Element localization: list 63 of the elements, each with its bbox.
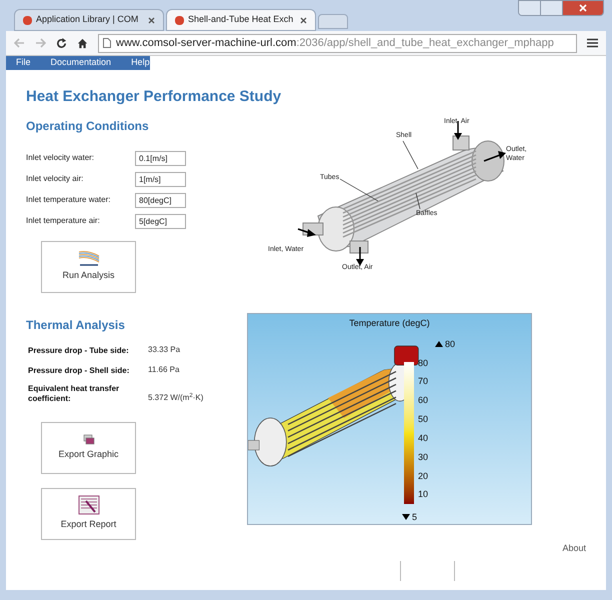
scale-label: 60 [418,395,428,406]
image-stack-icon [82,434,94,445]
menu-item[interactable]: Documentation [40,56,122,70]
browser-tab[interactable]: Shell-and-Tube Heat Exch [166,9,316,31]
home-icon[interactable] [77,38,88,48]
result-value: 5.372 W/(m$^{2}$·K) [148,392,204,404]
url-path: :2036/app/shell_and_tube_heat_exchanger_mphapp [296,36,554,49]
reload-icon[interactable] [56,38,67,48]
leader-line [416,192,420,209]
address-bar[interactable]: www.comsol-server-machine-url.com:2036/app/shell_and_tube_heat_exchanger_mphapp [98,34,577,52]
scale-label: 30 [418,452,428,462]
close-icon[interactable] [148,16,155,24]
section-heading: Operating Conditions [26,118,150,134]
tab-title: Shell-and-Tube Heat Exch [188,13,294,26]
min-label: 5 [412,510,418,524]
browser-tab[interactable]: Application Library | COM [14,9,164,31]
flow-arrow [356,246,364,266]
page-title: Heat Exchanger Performance Study [26,87,282,107]
scale-label: 20 [418,470,428,481]
app-button[interactable]: Export Report [41,488,136,540]
tab-title: Application Library | COM [36,13,140,26]
field-label: Inlet temperature water: [26,194,112,206]
close-icon [579,4,587,12]
page-icon [103,38,111,48]
input-field[interactable]: 80[degC] [135,192,186,208]
field-label: Inlet temperature air: [26,215,101,227]
result-label: Pressure drop - Tube side: [28,346,130,356]
report-icon [78,495,100,516]
menu-item[interactable]: Help [121,56,160,70]
input-field[interactable]: 1[m/s] [135,172,186,186]
about-link[interactable]: About [562,542,586,556]
waves-icon [78,250,100,266]
close-icon[interactable] [300,16,307,24]
menu-item[interactable]: File [6,56,41,70]
scale-label: 80 [418,358,428,368]
field-label: Inlet velocity water: [26,152,96,164]
leader-line [340,178,378,201]
result-label: Pressure drop - Shell side: [28,366,130,376]
max-label: 80 [445,338,456,350]
app-icon [23,16,32,24]
flow-arrow [298,228,316,236]
menu-icon[interactable] [587,38,598,48]
plot-title: Temperature (degC) [348,316,431,330]
scale-label: 50 [418,414,428,424]
scale-label: 10 [418,489,428,500]
flow-arrow [484,150,506,162]
triangle-down-icon [402,514,410,520]
result-value: 11.66 Pa [148,364,180,376]
leader-line [402,140,418,169]
result-label: Equivalent heat transfer coefficient: [28,384,120,404]
input-field[interactable]: 5[degC] [135,214,186,228]
app-button[interactable]: Run Analysis [41,240,136,292]
app-button[interactable]: Export Graphic [41,422,136,474]
field-label: Inlet velocity air: [26,173,84,185]
input-field[interactable]: 0.1[m/s] [135,150,186,166]
scale-label: 40 [418,432,428,443]
url-host: www.comsol-server-machine-url.com [116,36,296,49]
triangle-up-icon [435,341,443,348]
scale-label: 70 [418,376,428,386]
app-icon [175,16,184,24]
result-value: 33.33 Pa [148,344,180,356]
close-button[interactable] [563,1,603,15]
section-heading: Thermal Analysis [26,316,126,334]
